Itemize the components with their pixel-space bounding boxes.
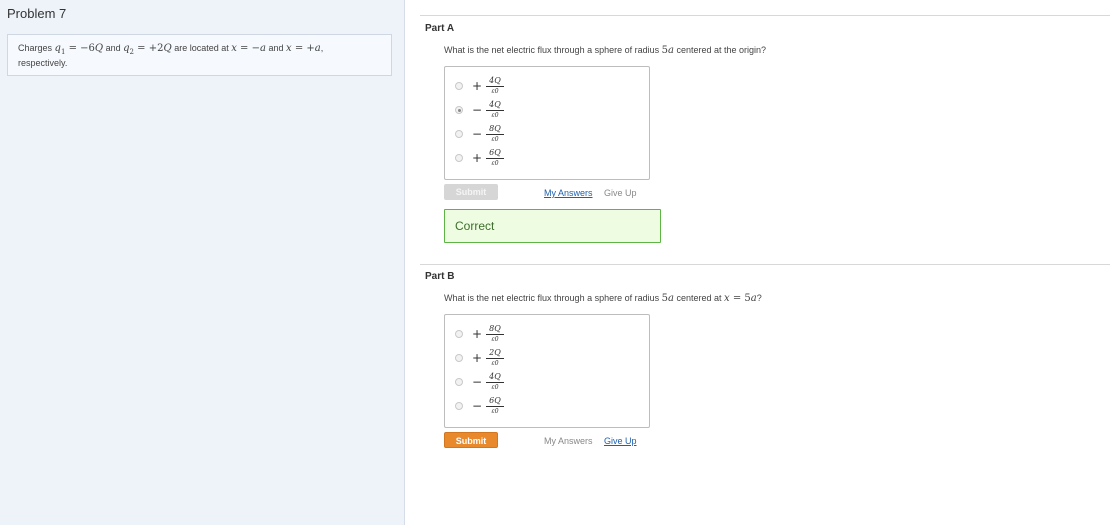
part-a-give-up-link[interactable]: Give Up — [604, 188, 637, 198]
part-b-submit-button[interactable]: Submit — [444, 432, 498, 448]
part-a-choice-1[interactable]: + 4Q ε0 — [455, 76, 575, 98]
problem-title: Problem 7 — [7, 6, 67, 21]
fraction-numerator: 2Q — [489, 348, 501, 357]
choice-sign: + — [472, 327, 483, 341]
q1-eq: = −6 — [65, 43, 95, 54]
part-a-choices: + 4Q ε0 − 4Q ε0 − 8Q ε0 + 6Q ε0 — [444, 66, 650, 180]
fraction-bar — [486, 382, 504, 383]
fraction-denominator: ε0 — [491, 136, 499, 143]
q2-Q: Q — [163, 43, 172, 54]
part-a-question: What is the net electric flux through a … — [444, 45, 766, 56]
radio-button[interactable] — [455, 130, 463, 138]
question-text: ? — [756, 293, 762, 303]
fraction-bar — [486, 86, 504, 87]
part-a-choice-4[interactable]: + 6Q ε0 — [455, 148, 575, 170]
fraction-denominator: ε0 — [491, 408, 499, 415]
part-b-title: Part B — [425, 271, 455, 282]
problem-statement: Charges q1 = −6Q and q2 = +2Q are locate… — [18, 43, 378, 69]
radio-button-selected[interactable] — [455, 106, 463, 114]
choice-fraction: 6Q ε0 — [485, 148, 505, 167]
choice-sign: − — [472, 375, 483, 389]
question-text: centered at the origin? — [673, 45, 767, 55]
statement-text: are located at — [171, 43, 232, 53]
radio-button[interactable] — [455, 154, 463, 162]
choice-fraction: 6Q ε0 — [485, 396, 505, 415]
fraction-bar — [486, 334, 504, 335]
radio-button[interactable] — [455, 354, 463, 362]
statement-text: , — [320, 43, 324, 53]
fraction-denominator: ε0 — [491, 360, 499, 367]
fraction-bar — [486, 406, 504, 407]
part-b-choice-1[interactable]: + 8Q ε0 — [455, 324, 575, 346]
fraction-bar — [486, 110, 504, 111]
part-b-choice-3[interactable]: − 4Q ε0 — [455, 372, 575, 394]
q1-Q: Q — [94, 43, 104, 54]
radio-button[interactable] — [455, 82, 463, 90]
fraction-numerator: 4Q — [489, 76, 501, 85]
fraction-denominator: ε0 — [491, 160, 499, 167]
radio-button[interactable] — [455, 378, 463, 386]
choice-sign: + — [472, 79, 483, 93]
fraction-numerator: 8Q — [489, 324, 501, 333]
part-a-divider — [420, 15, 1110, 16]
choice-fraction: 4Q ε0 — [485, 76, 505, 95]
choice-sign: − — [472, 103, 483, 117]
statement-text: and — [103, 43, 124, 53]
x-eq: = 5 — [729, 293, 751, 304]
fraction-denominator: ε0 — [491, 336, 499, 343]
problem-statement-box: Charges q1 = −6Q and q2 = +2Q are locate… — [7, 34, 392, 76]
choice-fraction: 8Q ε0 — [485, 124, 505, 143]
statement-text: and — [265, 43, 286, 53]
part-b-question: What is the net electric flux through a … — [444, 293, 762, 304]
question-text: What is the net electric flux through a … — [444, 293, 662, 303]
x1-eq: = − — [236, 43, 260, 54]
part-b-choices: + 8Q ε0 + 2Q ε0 − 4Q ε0 − 6Q ε0 — [444, 314, 650, 428]
statement-text: respectively. — [18, 57, 68, 68]
part-a-submit-button[interactable]: Submit — [444, 184, 498, 200]
part-b-choice-4[interactable]: − 6Q ε0 — [455, 396, 575, 418]
x2-eq: = + — [291, 43, 315, 54]
fraction-denominator: ε0 — [491, 384, 499, 391]
question-text: What is the net electric flux through a … — [444, 45, 662, 55]
fraction-numerator: 4Q — [489, 100, 501, 109]
fraction-bar — [486, 134, 504, 135]
fraction-numerator: 8Q — [489, 124, 501, 133]
fraction-numerator: 6Q — [489, 148, 501, 157]
radio-button[interactable] — [455, 402, 463, 410]
part-a-choice-3[interactable]: − 8Q ε0 — [455, 124, 575, 146]
part-b-my-answers-link[interactable]: My Answers — [544, 436, 593, 446]
part-a-title: Part A — [425, 23, 455, 34]
choice-fraction: 8Q ε0 — [485, 324, 505, 343]
part-b-give-up-link[interactable]: Give Up — [604, 436, 637, 446]
question-text: centered at — [673, 293, 725, 303]
choice-fraction: 4Q ε0 — [485, 372, 505, 391]
choice-sign: − — [472, 399, 483, 413]
correct-feedback-box: Correct — [444, 209, 661, 243]
fraction-numerator: 4Q — [489, 372, 501, 381]
choice-sign: + — [472, 151, 483, 165]
part-b-divider — [420, 264, 1110, 265]
problem-panel: Problem 7 Charges q1 = −6Q and q2 = +2Q … — [0, 0, 405, 525]
q2-eq: = +2 — [134, 43, 164, 54]
choice-fraction: 4Q ε0 — [485, 100, 505, 119]
fraction-denominator: ε0 — [491, 88, 499, 95]
choice-sign: + — [472, 351, 483, 365]
choice-sign: − — [472, 127, 483, 141]
fraction-numerator: 6Q — [489, 396, 501, 405]
part-a-my-answers-link[interactable]: My Answers — [544, 188, 593, 198]
part-b-choice-2[interactable]: + 2Q ε0 — [455, 348, 575, 370]
statement-text: Charges — [18, 43, 55, 53]
choice-fraction: 2Q ε0 — [485, 348, 505, 367]
radio-button[interactable] — [455, 330, 463, 338]
correct-feedback-text: Correct — [455, 219, 495, 233]
part-a-choice-2[interactable]: − 4Q ε0 — [455, 100, 575, 122]
fraction-bar — [486, 358, 504, 359]
fraction-bar — [486, 158, 504, 159]
fraction-denominator: ε0 — [491, 112, 499, 119]
